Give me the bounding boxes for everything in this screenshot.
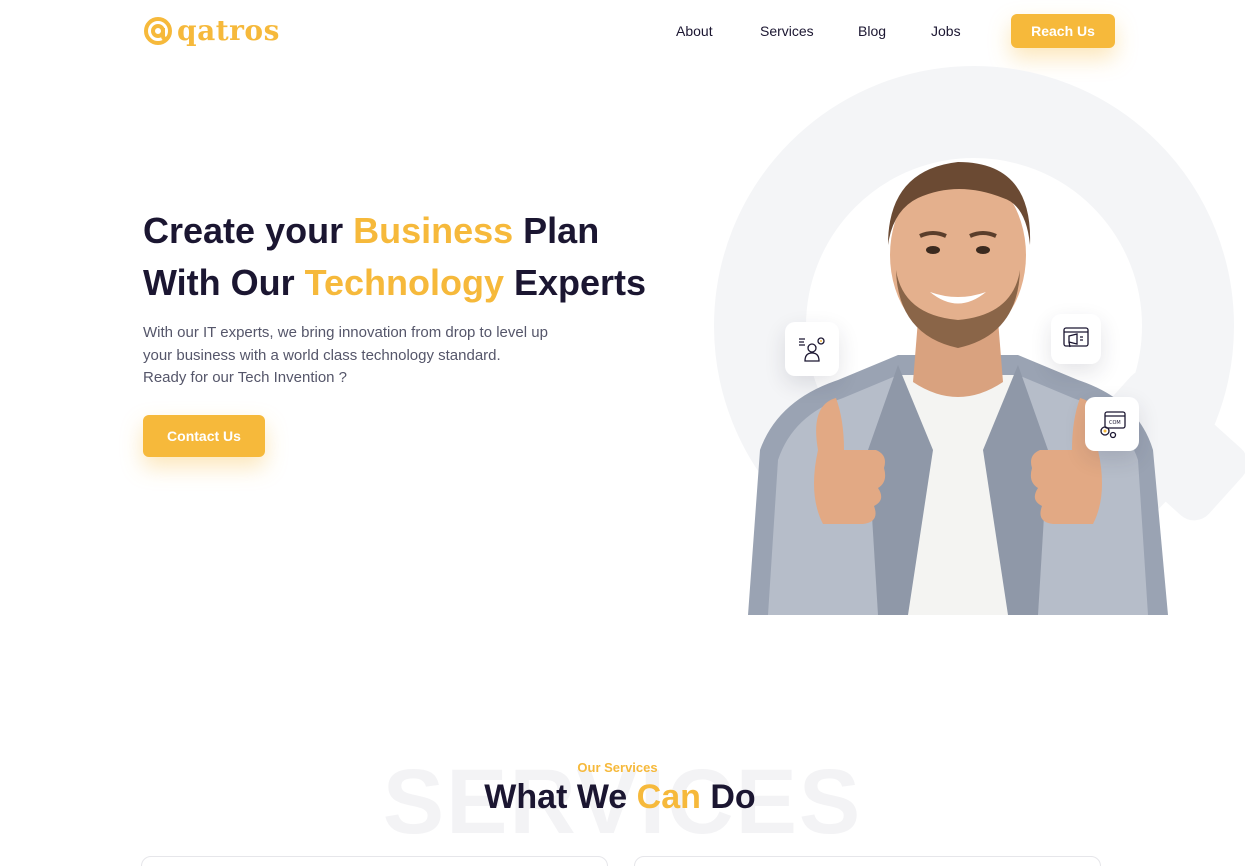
com-settings-badge: COM <box>1085 397 1139 451</box>
hero-visual: COM <box>700 60 1245 620</box>
nav-item-services[interactable]: Services <box>760 22 814 40</box>
services-title-text: Do <box>700 778 756 816</box>
service-card[interactable] <box>141 856 608 866</box>
hero-title-highlight: Business <box>353 210 514 251</box>
hero-description: With our IT experts, we bring innovation… <box>143 322 613 390</box>
developer-gear-icon <box>799 337 825 362</box>
hero-title-line1: Create your Business Plan <box>143 210 599 251</box>
hero-title-text: Plan <box>513 210 600 251</box>
svg-text:COM: COM <box>1109 420 1121 426</box>
nav-item-about[interactable]: About <box>676 22 713 40</box>
hero-description-line: With our IT experts, we bring innovation… <box>143 324 548 341</box>
com-settings-icon: COM <box>1100 411 1126 439</box>
services-title-text: What We <box>484 778 637 816</box>
hero-description-line: your business with a world class technol… <box>143 346 501 364</box>
services-title: What We Can Do <box>0 776 1240 818</box>
hero-title-highlight: Technology <box>304 262 504 303</box>
services-eyebrow: Our Services <box>577 760 658 775</box>
developer-gear-badge <box>785 322 839 376</box>
megaphone-badge <box>1051 314 1101 364</box>
megaphone-icon <box>1063 327 1089 348</box>
hero-title-text: With Our <box>143 262 305 303</box>
hero-title-text: Experts <box>504 262 647 303</box>
contact-us-button[interactable]: Contact Us <box>143 415 265 457</box>
nav-item-blog[interactable]: Blog <box>858 22 886 40</box>
service-card[interactable] <box>634 856 1101 866</box>
reach-us-button[interactable]: Reach Us <box>1011 14 1115 48</box>
hero-title-text: Create your <box>143 210 354 251</box>
smiling-man-thumbs-up-image <box>748 162 1168 615</box>
hero-title-line2: With Our Technology Experts <box>143 262 646 303</box>
hero-description-line: Ready for our Tech Invention ? <box>143 369 348 386</box>
hero-title: Create your Business Plan With Our Techn… <box>143 205 703 309</box>
nav-item-jobs[interactable]: Jobs <box>931 22 961 40</box>
services-title-highlight: Can <box>636 778 701 816</box>
